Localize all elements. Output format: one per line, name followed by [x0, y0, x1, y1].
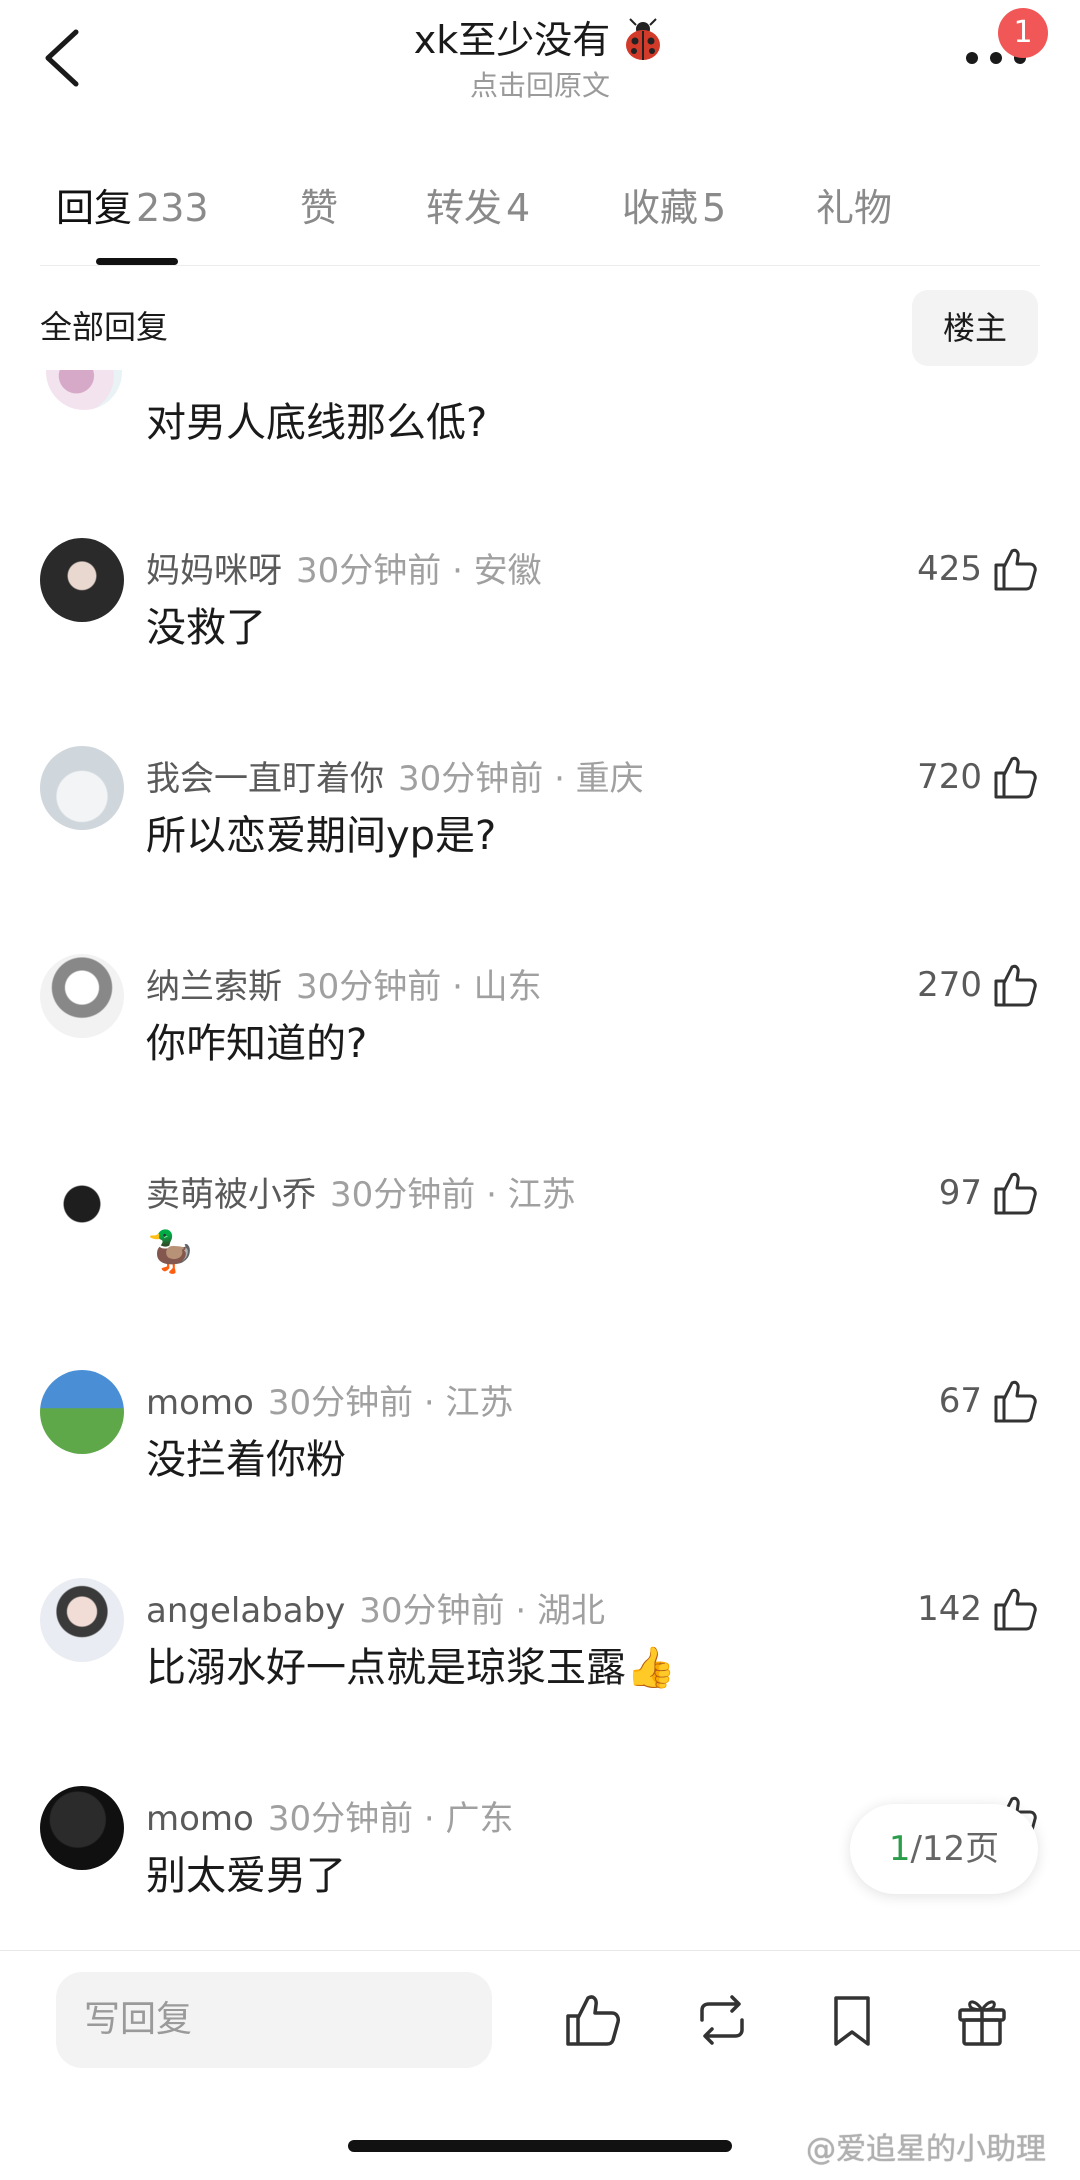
tab-favorites[interactable]: 收藏 5	[622, 182, 726, 234]
watermark: @爱追星的小助理	[806, 2132, 1046, 2167]
all-replies-label[interactable]: 全部回复	[40, 305, 168, 349]
timestamp-location: 30分钟前 · 湖北	[359, 1591, 605, 1631]
avatar[interactable]	[46, 370, 122, 410]
like-button[interactable]: 720	[917, 750, 1038, 804]
comment-meta: 卖萌被小乔 30分钟前 · 江苏	[146, 1172, 576, 1218]
thumbs-up-icon	[994, 1172, 1037, 1215]
username[interactable]: 卖萌被小乔	[146, 1175, 316, 1215]
username[interactable]: 纳兰索斯	[146, 967, 282, 1007]
like-button[interactable]: 67	[939, 1374, 1038, 1428]
back-to-original-link[interactable]: 点击回原文	[0, 68, 1080, 104]
comment-text: 对男人底线那么低?	[146, 400, 488, 446]
active-tab-indicator	[96, 258, 178, 265]
reply-input[interactable]: 写回复	[56, 1972, 492, 2068]
thumbs-up-icon	[994, 964, 1037, 1007]
username[interactable]: momo	[146, 1383, 254, 1423]
username[interactable]: 妈妈咪呀	[146, 551, 282, 591]
tab-replies-label: 回复	[56, 186, 133, 230]
page-indicator[interactable]: 1/12页	[850, 1804, 1038, 1894]
username[interactable]: angelababy	[146, 1591, 345, 1631]
avatar[interactable]	[40, 1578, 124, 1662]
page-current: 1	[888, 1829, 911, 1869]
thumbs-up-icon	[994, 1588, 1037, 1631]
comment-text: 🦆	[146, 1229, 196, 1275]
avatar[interactable]	[40, 1370, 124, 1454]
like-post-icon[interactable]	[562, 1990, 622, 2050]
avatar[interactable]	[40, 1786, 124, 1870]
like-count: 67	[938, 1381, 982, 1421]
tab-replies[interactable]: 回复 233	[56, 182, 209, 234]
avatar[interactable]	[40, 538, 124, 622]
timestamp-location: 30分钟前 · 江苏	[330, 1175, 576, 1215]
comment-meta: 纳兰索斯 30分钟前 · 山东	[146, 964, 542, 1010]
tab-replies-count: 233	[136, 186, 209, 230]
tab-likes[interactable]: 赞	[300, 182, 338, 234]
comment-text: 没救了	[146, 605, 266, 651]
avatar[interactable]	[40, 1162, 124, 1246]
like-count: 720	[917, 757, 982, 797]
comment-item[interactable]: 纳兰索斯 30分钟前 · 山东 你咋知道的? 270	[0, 954, 1080, 1154]
post-title: xk至少没有	[414, 14, 667, 66]
thumbs-up-icon	[994, 756, 1037, 799]
ladybug-icon	[626, 18, 661, 60]
comment-meta: 我会一直盯着你 30分钟前 · 重庆	[146, 756, 644, 802]
tab-gifts[interactable]: 礼物	[816, 182, 892, 234]
tab-likes-label: 赞	[300, 186, 339, 230]
timestamp-location: 30分钟前 · 广东	[267, 1799, 514, 1839]
bottom-divider	[0, 1950, 1080, 1951]
comment-meta: angelababy 30分钟前 · 湖北	[146, 1588, 605, 1634]
repost-icon[interactable]	[692, 1990, 752, 2050]
comment-item[interactable]: 妈妈咪呀 30分钟前 · 安徽 没救了 425	[0, 538, 1080, 738]
tab-divider	[40, 265, 1040, 266]
tab-reposts[interactable]: 转发 4	[426, 182, 530, 234]
tab-reposts-label: 转发	[426, 186, 503, 230]
avatar[interactable]	[40, 746, 124, 830]
owner-filter-button[interactable]: 楼主	[912, 290, 1038, 366]
thumbs-up-icon	[994, 548, 1037, 591]
comment-item[interactable]: 卖萌被小乔 30分钟前 · 江苏 🦆 97	[0, 1162, 1080, 1362]
like-count: 97	[938, 1173, 982, 1213]
comment-text: 你咋知道的?	[146, 1021, 368, 1067]
comment-meta: momo 30分钟前 · 江苏	[146, 1380, 514, 1426]
comment-text: 所以恋爱期间yp是?	[146, 813, 497, 859]
home-indicator	[348, 2140, 732, 2152]
comment-meta: momo 30分钟前 · 广东	[146, 1796, 514, 1842]
username[interactable]: 我会一直盯着你	[146, 759, 384, 799]
bookmark-icon[interactable]	[822, 1990, 882, 2050]
username[interactable]: momo	[146, 1799, 254, 1839]
page-total: /12页	[910, 1829, 1000, 1869]
comment-text: 没拦着你粉	[146, 1437, 346, 1483]
like-count: 270	[917, 965, 982, 1005]
comment-text: 别太爱男了	[146, 1853, 346, 1899]
thumbs-up-icon	[994, 1380, 1037, 1423]
like-button[interactable]: 270	[917, 958, 1038, 1012]
tab-favorites-count: 5	[702, 186, 727, 230]
comment-item[interactable]: momo 30分钟前 · 江苏 没拦着你粉 67	[0, 1370, 1080, 1570]
tab-bar: 回复 233 赞 转发 4 收藏 5 礼物	[0, 170, 1080, 260]
title-block[interactable]: xk至少没有 点击回原文	[0, 14, 1080, 104]
notification-badge: 1	[998, 8, 1048, 58]
tab-reposts-count: 4	[506, 186, 531, 230]
tab-favorites-label: 收藏	[622, 186, 699, 230]
like-button[interactable]: 425	[917, 542, 1038, 596]
post-title-text: xk至少没有	[413, 18, 611, 62]
like-button[interactable]: 142	[917, 1582, 1038, 1636]
comment-meta: 妈妈咪呀 30分钟前 · 安徽	[146, 548, 542, 594]
like-count: 425	[917, 549, 982, 589]
avatar[interactable]	[40, 954, 124, 1038]
top-bar: xk至少没有 点击回原文 1	[0, 0, 1080, 140]
gift-icon[interactable]	[952, 1990, 1012, 2050]
timestamp-location: 30分钟前 · 安徽	[296, 551, 542, 591]
like-button[interactable]: 97	[939, 1166, 1038, 1220]
comment-item[interactable]: 我会一直盯着你 30分钟前 · 重庆 所以恋爱期间yp是? 720	[0, 746, 1080, 946]
comment-text: 比溺水好一点就是琼浆玉露👍	[146, 1645, 676, 1691]
timestamp-location: 30分钟前 · 重庆	[398, 759, 644, 799]
tab-gifts-label: 礼物	[816, 186, 893, 230]
like-count: 142	[917, 1589, 982, 1629]
timestamp-location: 30分钟前 · 江苏	[267, 1383, 514, 1423]
comment-item[interactable]: angelababy 30分钟前 · 湖北 比溺水好一点就是琼浆玉露👍 142	[0, 1578, 1080, 1778]
timestamp-location: 30分钟前 · 山东	[296, 967, 542, 1007]
